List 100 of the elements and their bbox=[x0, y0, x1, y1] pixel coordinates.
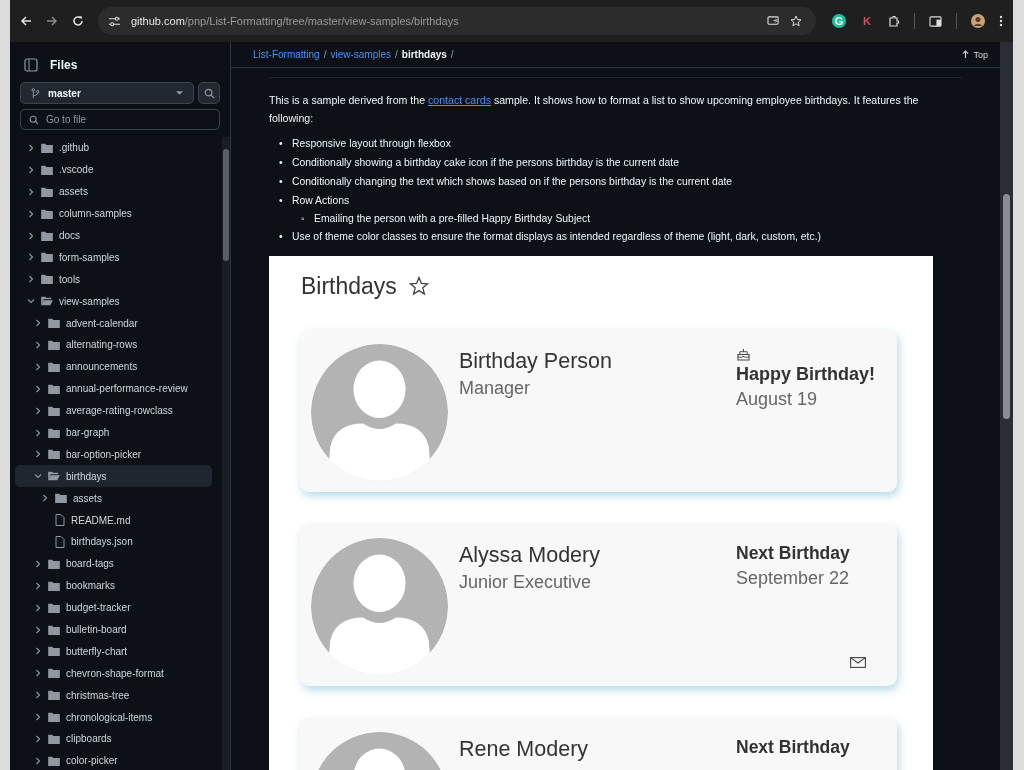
chevron-right-icon[interactable] bbox=[34, 428, 42, 437]
folder-icon bbox=[41, 274, 53, 285]
file-tree-item[interactable]: chevron-shape-format bbox=[15, 662, 212, 685]
chevron-right-icon[interactable] bbox=[27, 165, 35, 174]
chevron-right-icon[interactable] bbox=[34, 735, 42, 743]
file-tree-item[interactable]: assets bbox=[15, 180, 212, 203]
file-tree-item[interactable]: christmas-tree bbox=[15, 684, 212, 707]
chevron-right-icon[interactable] bbox=[34, 647, 42, 656]
chevron-right-icon[interactable] bbox=[27, 209, 35, 218]
chevron-right-icon[interactable] bbox=[27, 143, 35, 152]
install-app-icon[interactable] bbox=[767, 15, 780, 27]
file-tree-item[interactable]: .vscode bbox=[15, 158, 212, 181]
folder-icon bbox=[48, 668, 60, 679]
breadcrumb-separator: / bbox=[323, 49, 327, 60]
side-panel-icon[interactable] bbox=[929, 15, 942, 27]
mail-icon[interactable] bbox=[850, 657, 866, 668]
go-to-file-field[interactable]: Go to file bbox=[20, 109, 220, 130]
file-tree-item[interactable]: assets bbox=[15, 487, 212, 510]
folder-icon bbox=[41, 164, 53, 175]
file-tree-item[interactable]: .github bbox=[15, 137, 212, 159]
birthday-date: August 19 bbox=[736, 388, 819, 411]
file-tree-item[interactable]: budget-tracker bbox=[15, 596, 212, 619]
chevron-right-icon[interactable] bbox=[41, 494, 49, 503]
file-tree-item[interactable]: birthdays bbox=[15, 465, 212, 488]
file-tree-item[interactable]: annual-performance-review bbox=[15, 377, 212, 400]
person-role: Junior Executive bbox=[459, 571, 593, 594]
branch-selector[interactable]: master bbox=[20, 82, 194, 104]
file-tree-item[interactable]: average-rating-rowclass bbox=[15, 399, 212, 422]
file-tree-item[interactable]: birthdays.json bbox=[15, 531, 212, 553]
chevron-right-icon[interactable] bbox=[34, 669, 42, 678]
breadcrumb-separator: / bbox=[395, 49, 398, 60]
scrollbar[interactable] bbox=[1000, 42, 1013, 770]
bullet-marker: • bbox=[279, 137, 283, 151]
back-icon[interactable] bbox=[20, 15, 32, 27]
contact-cards-link[interactable]: contact cards bbox=[427, 94, 491, 106]
file-tree-item[interactable]: advent-calendar bbox=[15, 312, 212, 334]
chevron-right-icon[interactable] bbox=[34, 581, 42, 590]
file-tree-item[interactable]: bookmarks bbox=[15, 574, 212, 597]
file-tree-item[interactable]: butterfly-chart bbox=[15, 640, 212, 663]
search-icon bbox=[203, 87, 215, 99]
address-bar[interactable]: github.com/pnp/List-Formatting/tree/master/view-samples/birthdays bbox=[98, 7, 816, 35]
chevron-right-icon[interactable] bbox=[34, 559, 42, 568]
chevron-right-icon[interactable] bbox=[34, 756, 42, 765]
breadcrumb-link[interactable]: List-Formatting bbox=[253, 49, 320, 60]
folder-icon bbox=[48, 712, 60, 723]
bookmark-star-icon[interactable] bbox=[790, 15, 802, 27]
chevron-right-icon[interactable] bbox=[34, 691, 42, 700]
file-icon bbox=[55, 535, 65, 548]
chevron-right-icon[interactable] bbox=[34, 319, 42, 328]
folder-icon bbox=[48, 427, 60, 438]
folder-icon bbox=[48, 602, 60, 613]
chevron-down-icon[interactable] bbox=[27, 297, 35, 306]
person-name: Birthday Person bbox=[459, 348, 613, 375]
file-tree-item[interactable]: chronological-items bbox=[15, 706, 212, 729]
breadcrumb-separator: / bbox=[450, 49, 454, 60]
reload-icon[interactable] bbox=[72, 15, 84, 27]
chevron-right-icon[interactable] bbox=[34, 603, 42, 612]
sidebar-toggle-icon[interactable] bbox=[24, 58, 38, 72]
chevron-right-icon[interactable] bbox=[27, 253, 35, 262]
chevron-right-icon[interactable] bbox=[34, 406, 42, 415]
file-tree-item[interactable]: color-picker bbox=[15, 749, 212, 770]
chevron-right-icon[interactable] bbox=[34, 340, 42, 349]
url-text: github.com/pnp/List-Formatting/tree/master/view-samples/birthdays bbox=[131, 15, 459, 27]
forward-icon[interactable] bbox=[46, 15, 58, 27]
site-settings-icon[interactable] bbox=[108, 15, 121, 27]
birthday-status: Happy Birthday! bbox=[736, 363, 877, 386]
file-tree-item[interactable]: board-tags bbox=[15, 552, 212, 575]
menu-icon[interactable] bbox=[999, 15, 1003, 27]
chevron-right-icon[interactable] bbox=[27, 231, 35, 240]
chevron-right-icon[interactable] bbox=[34, 384, 42, 393]
file-tree-item[interactable]: bulletin-board bbox=[15, 618, 212, 641]
chevron-right-icon[interactable] bbox=[34, 713, 42, 722]
file-tree-item[interactable]: form-samples bbox=[15, 246, 212, 269]
file-tree-item[interactable]: bar-graph bbox=[15, 421, 212, 444]
file-tree-item[interactable]: column-samples bbox=[15, 202, 212, 225]
file-tree-item[interactable]: clipboards bbox=[15, 728, 212, 750]
search-button[interactable] bbox=[198, 82, 220, 104]
birthday-status: Next Birthday bbox=[736, 542, 851, 565]
file-tree-item[interactable]: tools bbox=[15, 268, 212, 291]
chevron-right-icon[interactable] bbox=[27, 275, 35, 284]
file-tree-item[interactable]: README.md bbox=[15, 509, 212, 532]
file-tree-item[interactable]: alternating-rows bbox=[15, 334, 212, 356]
chevron-right-icon[interactable] bbox=[34, 450, 42, 459]
top-button[interactable]: Top bbox=[962, 49, 988, 60]
extension-icon[interactable]: K bbox=[860, 14, 874, 28]
breadcrumb-link[interactable]: view-samples bbox=[330, 49, 392, 60]
file-tree-item[interactable]: bar-option-picker bbox=[15, 443, 212, 466]
chevron-right-icon[interactable] bbox=[27, 187, 35, 196]
chevron-right-icon[interactable] bbox=[34, 625, 42, 634]
puzzle-icon[interactable] bbox=[888, 15, 900, 27]
chevron-right-icon[interactable] bbox=[34, 362, 42, 371]
file-tree-item[interactable]: announcements bbox=[15, 355, 212, 378]
favorite-star-icon[interactable] bbox=[408, 276, 429, 296]
scrollbar[interactable] bbox=[222, 137, 230, 770]
file-tree-item[interactable]: docs bbox=[15, 224, 212, 247]
branch-icon bbox=[31, 87, 40, 99]
profile-avatar-icon[interactable] bbox=[971, 14, 985, 28]
bullet-text: Responsive layout through flexbox bbox=[292, 137, 451, 151]
chevron-down-icon[interactable] bbox=[34, 472, 42, 481]
file-tree-item[interactable]: view-samples bbox=[15, 290, 212, 313]
